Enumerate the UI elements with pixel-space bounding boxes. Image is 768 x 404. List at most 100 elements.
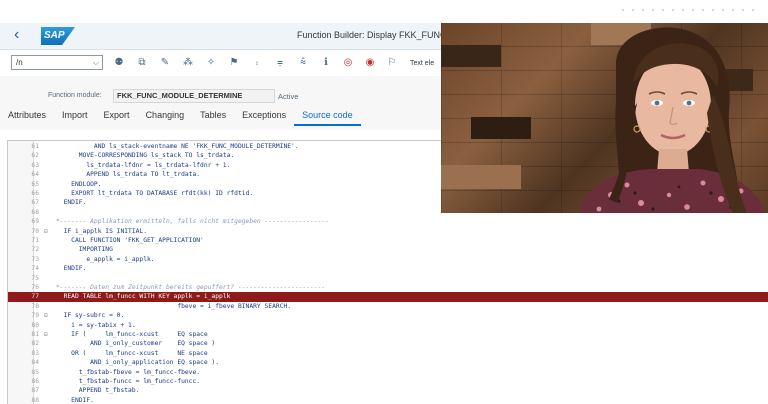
code-line[interactable]: 87 APPEND t_fbstab. xyxy=(8,386,768,395)
tab-tables[interactable]: Tables xyxy=(192,108,234,126)
code-line[interactable]: 86 t_fbstab-funcc = lm_funcc-funcc. xyxy=(8,377,768,386)
tab-bar: Attributes Import Export Changing Tables… xyxy=(0,108,361,126)
hierarchy-icon[interactable]: ⨾ xyxy=(251,57,263,69)
line-number: 76 xyxy=(31,284,39,291)
pretty-printer-icon[interactable]: ⩦ xyxy=(274,57,286,69)
line-number: 82 xyxy=(31,340,39,348)
code-text: IF ( lm_funcc-xcust EQ space xyxy=(56,331,208,338)
function-module-label: Function module: xyxy=(48,92,102,99)
breakpoint-icon[interactable]: ◎ xyxy=(342,57,354,69)
code-text: ENDIF. xyxy=(56,199,87,207)
other-object-icon[interactable]: ⧉ xyxy=(136,57,148,69)
code-line[interactable]: 80 i = sy-tabix + 1. xyxy=(8,321,768,330)
line-number: 66 xyxy=(31,190,39,197)
where-used-icon[interactable]: ⚑ xyxy=(228,57,240,69)
line-number: 86 xyxy=(31,378,39,385)
code-line[interactable]: 81 ⊟ IF ( lm_funcc-xcust EQ space xyxy=(8,330,768,339)
fold-toggle-icon[interactable]: ⊟ xyxy=(44,227,50,236)
line-number: 75 xyxy=(31,274,39,282)
tab-import[interactable]: Import xyxy=(54,108,96,126)
line-number: 69 xyxy=(31,218,39,226)
command-value: /n xyxy=(16,58,23,67)
code-text: MOVE-CORRESPONDING ls_stack TO ls_trdata… xyxy=(56,152,235,160)
glasses-icon[interactable]: ⚉ xyxy=(113,57,125,69)
code-text: *------- Daten zum Zeitpunkt bereits gep… xyxy=(56,284,326,291)
sap-logo: SAP xyxy=(41,27,75,45)
code-text: IF sy-subrc = 0. xyxy=(56,312,125,320)
code-line[interactable]: 75 xyxy=(8,274,768,283)
activate-icon[interactable]: ✧ xyxy=(205,57,217,69)
current-statement-line[interactable]: 77 READ TABLE lm_funcc WITH KEY applk = … xyxy=(8,292,768,302)
code-text: ls_trdata-lfdnr = ls_trdata-lfdnr + 1. xyxy=(56,161,231,169)
line-number: 71 xyxy=(31,237,39,244)
code-text: AND i_only_customer EQ space ) xyxy=(56,340,216,348)
code-text: CALL FUNCTION 'FKK_GET_APPLICATION' xyxy=(56,237,204,244)
tab-exceptions[interactable]: Exceptions xyxy=(234,108,294,126)
code-text: *------- Applikation ermitteln, falls ni… xyxy=(56,218,329,226)
line-number: 68 xyxy=(31,208,39,216)
page-title: Function Builder: Display FKK_FUNC xyxy=(297,30,447,40)
line-number: 78 xyxy=(31,302,39,310)
function-module-field[interactable]: FKK_FUNC_MODULE_DETERMINE xyxy=(113,89,275,103)
line-number: 83 xyxy=(31,349,39,357)
code-line[interactable]: 83 OR ( lm_funcc-xcust NE space xyxy=(8,349,768,358)
line-number: 77 xyxy=(31,293,39,301)
line-number: 65 xyxy=(31,180,39,188)
line-number: 87 xyxy=(31,387,39,395)
pencil-icon[interactable]: ✎ xyxy=(159,57,171,69)
code-text: fbeve = i_fbeve BINARY SEARCH. xyxy=(56,302,292,310)
code-line[interactable]: 88 ENDIF. xyxy=(8,396,768,404)
test-icon[interactable]: ⚐ xyxy=(386,57,398,69)
external-breakpoint-icon[interactable]: ◉ xyxy=(364,57,376,69)
display-object-list-icon[interactable]: ⩯ xyxy=(297,57,309,69)
line-number: 73 xyxy=(31,255,39,263)
tab-attributes[interactable]: Attributes xyxy=(0,108,54,126)
code-line[interactable]: 73 e_applk = i_applk. xyxy=(8,255,768,264)
window-dots xyxy=(622,9,754,11)
code-text: ENDIF. xyxy=(56,396,94,404)
code-line[interactable]: 85 t_fbstab-fbeve = lm_funcc-fbeve. xyxy=(8,368,768,377)
presenter-video xyxy=(441,23,768,213)
fold-toggle-icon[interactable]: ⊟ xyxy=(44,311,50,320)
info-icon[interactable]: ℹ xyxy=(320,57,332,69)
command-field[interactable]: /n ⌵ xyxy=(11,55,103,70)
code-text: READ TABLE lm_funcc WITH KEY applk = i_a… xyxy=(56,293,231,301)
code-line[interactable]: 69 *------- Applikation ermitteln, falls … xyxy=(8,217,768,226)
line-number: 88 xyxy=(31,396,39,404)
line-number: 70 xyxy=(31,227,39,235)
fold-toggle-icon[interactable]: ⊟ xyxy=(44,330,50,339)
code-line[interactable]: 74 ENDIF. xyxy=(8,264,768,273)
code-line[interactable]: 78 fbeve = i_fbeve BINARY SEARCH. xyxy=(8,302,768,311)
code-text: AND ls_stack-eventname NE 'FKK_FUNC_MODU… xyxy=(56,143,299,150)
line-number: 84 xyxy=(31,359,39,367)
line-number: 81 xyxy=(31,331,39,338)
code-line[interactable]: 72 IMPORTING xyxy=(8,245,768,254)
line-number: 85 xyxy=(31,368,39,376)
line-number: 64 xyxy=(31,171,39,179)
status-label: Active xyxy=(278,92,299,101)
presenter-figure xyxy=(579,27,765,213)
check-icon[interactable]: ⁂ xyxy=(182,57,194,69)
code-text: e_applk = i_applk. xyxy=(56,255,155,263)
code-text: t_fbstab-fbeve = lm_funcc-fbeve. xyxy=(56,368,201,376)
code-text: EXPORT lt_trdata TO DATABASE rfdt(kk) ID… xyxy=(56,190,254,197)
tab-source-code[interactable]: Source code xyxy=(294,108,361,126)
tab-changing[interactable]: Changing xyxy=(138,108,193,126)
code-text: i = sy-tabix + 1. xyxy=(56,321,136,329)
code-line[interactable]: 82 AND i_only_customer EQ space ) xyxy=(8,339,768,348)
tab-export[interactable]: Export xyxy=(96,108,138,126)
code-line[interactable]: 76 *------- Daten zum Zeitpunkt bereits g… xyxy=(8,283,768,292)
code-line[interactable]: 71 CALL FUNCTION 'FKK_GET_APPLICATION' xyxy=(8,236,768,245)
line-number: 80 xyxy=(31,321,39,329)
text-elements-button[interactable]: Text ele xyxy=(410,60,434,67)
code-text: APPEND ls_trdata TO lt_trdata. xyxy=(56,171,201,179)
code-line[interactable]: 84 AND i_only_application EQ space ). xyxy=(8,358,768,367)
line-number: 74 xyxy=(31,265,39,273)
code-text: APPEND t_fbstab. xyxy=(56,387,140,395)
back-chevron-icon[interactable]: ‹ xyxy=(14,26,19,44)
code-line[interactable]: 70 ⊟ IF i_applk IS INITIAL. xyxy=(8,227,768,236)
chevron-down-icon[interactable]: ⌵ xyxy=(93,56,99,69)
code-line[interactable]: 79 ⊟ IF sy-subrc = 0. xyxy=(8,311,768,320)
code-text: ENDLOOP. xyxy=(56,180,102,188)
line-number: 62 xyxy=(31,152,39,160)
